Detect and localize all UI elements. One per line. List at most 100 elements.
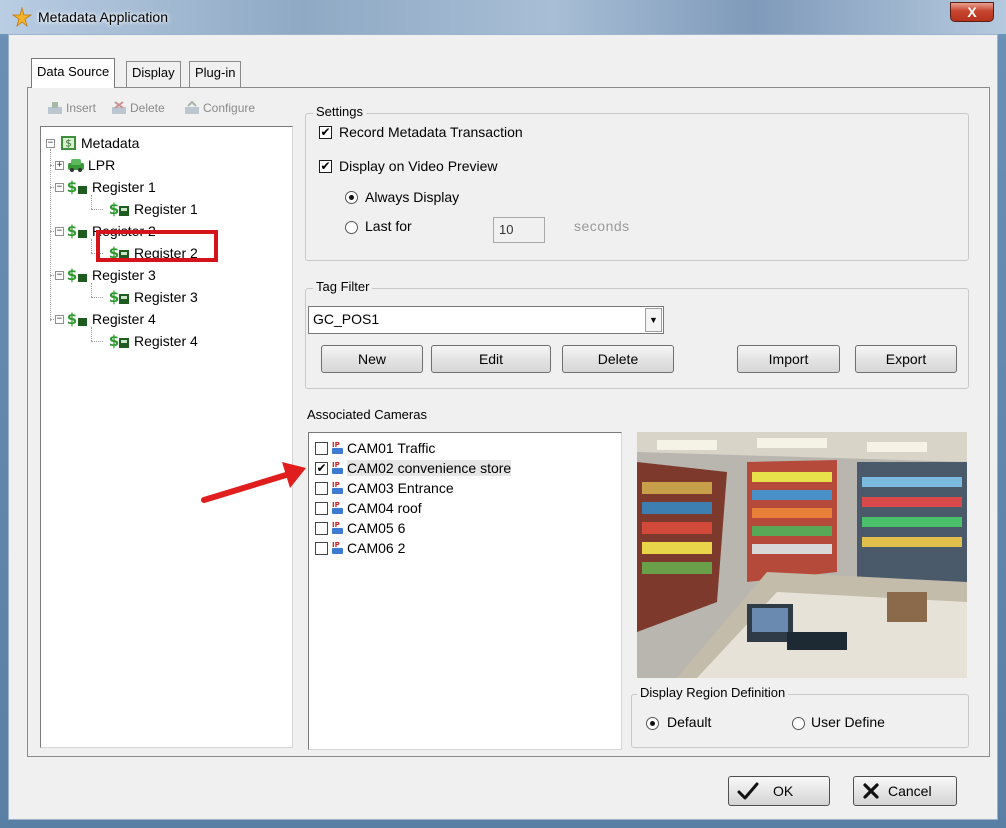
metadata-icon: $ — [61, 136, 76, 150]
camera-label: CAM02 convenience store — [347, 460, 512, 476]
tree-label-register-4-child: Register 4 — [134, 333, 198, 349]
tree-node-register-3[interactable]: $ Register 3 — [67, 267, 156, 283]
camera-checkbox[interactable] — [315, 481, 328, 495]
camera-label: CAM01 Traffic — [347, 440, 436, 456]
camera-list[interactable]: IP CAM01 Traffic ✔ IP CAM02 convenience … — [308, 432, 622, 750]
collapse-toggle-register-1[interactable]: − — [55, 183, 64, 192]
tree-label-metadata: Metadata — [81, 135, 140, 151]
register-icon: $ — [67, 267, 87, 283]
tree-node-metadata[interactable]: $ Metadata — [60, 134, 139, 152]
default-radio[interactable] — [646, 717, 659, 730]
tree-node-register-3-child[interactable]: $ Register 3 — [109, 289, 198, 305]
svg-text:$: $ — [109, 201, 119, 217]
default-label: Default — [667, 714, 712, 730]
ip-camera-icon: IP — [332, 501, 343, 514]
camera-label: CAM03 Entrance — [347, 480, 454, 496]
svg-text:IP: IP — [332, 441, 340, 449]
camera-item[interactable]: IP CAM03 Entrance — [315, 478, 454, 498]
collapse-toggle-register-2[interactable]: − — [55, 227, 64, 236]
car-icon — [68, 159, 84, 172]
svg-text:$: $ — [67, 311, 77, 327]
cancel-label: Cancel — [888, 783, 932, 799]
display-preview-label: Display on Video Preview — [339, 158, 498, 174]
tag-filter-select[interactable]: GC_POS1 ▼ — [308, 306, 664, 334]
camera-item[interactable]: IP CAM04 roof — [315, 498, 422, 518]
ip-camera-icon: IP — [332, 461, 343, 474]
camera-item[interactable]: IP CAM06 2 — [315, 538, 405, 558]
collapse-toggle-metadata[interactable]: − — [46, 139, 55, 148]
tree-node-register-1[interactable]: $ Register 1 — [67, 179, 156, 195]
always-display-radio[interactable] — [345, 191, 358, 204]
x-icon — [863, 783, 879, 799]
camera-checkbox[interactable]: ✔ — [315, 461, 328, 475]
tab-data-source[interactable]: Data Source — [31, 58, 116, 88]
record-metadata-label: Record Metadata Transaction — [339, 124, 523, 140]
cancel-button[interactable]: Cancel — [853, 776, 957, 806]
tree-node-register-4-child[interactable]: $ Register 4 — [109, 333, 198, 349]
ip-camera-icon: IP — [332, 541, 343, 554]
ip-camera-icon: IP — [332, 521, 343, 534]
expand-toggle-lpr[interactable]: + — [55, 161, 64, 170]
annotation-highlight-box — [96, 230, 218, 262]
camera-label: CAM04 roof — [347, 500, 422, 516]
camera-item[interactable]: IP CAM05 6 — [315, 518, 405, 538]
tree-label-register-4: Register 4 — [92, 311, 156, 327]
register-icon: $ — [67, 179, 87, 195]
camera-item[interactable]: ✔ IP CAM02 convenience store — [315, 458, 512, 478]
seconds-label: seconds — [574, 218, 630, 234]
last-for-radio[interactable] — [345, 221, 358, 234]
record-metadata-checkbox[interactable]: ✔ — [319, 126, 332, 139]
dropdown-arrow-icon[interactable]: ▼ — [645, 308, 662, 332]
ip-camera-icon: IP — [332, 441, 343, 454]
collapse-toggle-register-3[interactable]: − — [55, 271, 64, 280]
svg-text:IP: IP — [332, 481, 340, 489]
register-icon: $ — [67, 223, 87, 239]
tree-node-register-4[interactable]: $ Register 4 — [67, 311, 156, 327]
tab-display[interactable]: Display — [126, 61, 181, 87]
export-button[interactable]: Export — [855, 345, 957, 373]
always-display-label: Always Display — [365, 189, 460, 205]
tag-delete-button[interactable]: Delete — [562, 345, 674, 373]
insert-label: Insert — [66, 101, 97, 115]
new-button[interactable]: New — [321, 345, 423, 373]
close-button[interactable]: X — [950, 2, 994, 22]
insert-button[interactable]: Insert — [47, 101, 96, 115]
tree-label-register-3: Register 3 — [92, 267, 156, 283]
camera-checkbox[interactable] — [315, 501, 328, 515]
seconds-input[interactable]: 10 — [493, 217, 545, 243]
collapse-toggle-register-4[interactable]: − — [55, 315, 64, 324]
camera-checkbox[interactable] — [315, 441, 328, 455]
tree-node-lpr[interactable]: LPR — [67, 157, 115, 173]
title-bar[interactable]: Metadata Application X — [0, 0, 1006, 34]
display-region-title: Display Region Definition — [637, 685, 789, 700]
camera-item[interactable]: IP CAM01 Traffic — [315, 438, 435, 458]
svg-text:IP: IP — [332, 461, 340, 469]
tab-plug-in[interactable]: Plug-in — [189, 61, 242, 87]
configure-label: Configure — [203, 101, 256, 115]
settings-title: Settings — [313, 104, 366, 119]
tree-label-register-1: Register 1 — [92, 179, 156, 195]
user-define-radio[interactable] — [792, 717, 805, 730]
checkmark-icon — [737, 782, 759, 800]
camera-checkbox[interactable] — [315, 521, 328, 535]
camera-checkbox[interactable] — [315, 541, 328, 555]
import-button[interactable]: Import — [737, 345, 840, 373]
ip-camera-icon: IP — [332, 481, 343, 494]
tag-filter-title: Tag Filter — [313, 279, 373, 294]
svg-text:IP: IP — [332, 501, 340, 509]
edit-button[interactable]: Edit — [431, 345, 551, 373]
svg-text:IP: IP — [332, 541, 340, 549]
delete-label: Delete — [130, 101, 165, 115]
configure-button[interactable]: Configure — [184, 101, 255, 115]
svg-text:$: $ — [109, 333, 119, 349]
display-preview-checkbox[interactable]: ✔ — [319, 160, 332, 173]
metadata-tree[interactable]: − $ Metadata + LPR − $ Register 1 $ Regi… — [40, 126, 293, 748]
tree-label-lpr: LPR — [88, 157, 116, 173]
ok-button[interactable]: OK — [728, 776, 830, 806]
window-title: Metadata Application — [38, 9, 168, 25]
delete-button[interactable]: Delete — [111, 101, 165, 115]
associated-cameras-title: Associated Cameras — [307, 407, 427, 422]
svg-text:$: $ — [67, 267, 77, 283]
svg-text:IP: IP — [332, 521, 340, 529]
tree-node-register-1-child[interactable]: $ Register 1 — [109, 201, 198, 217]
